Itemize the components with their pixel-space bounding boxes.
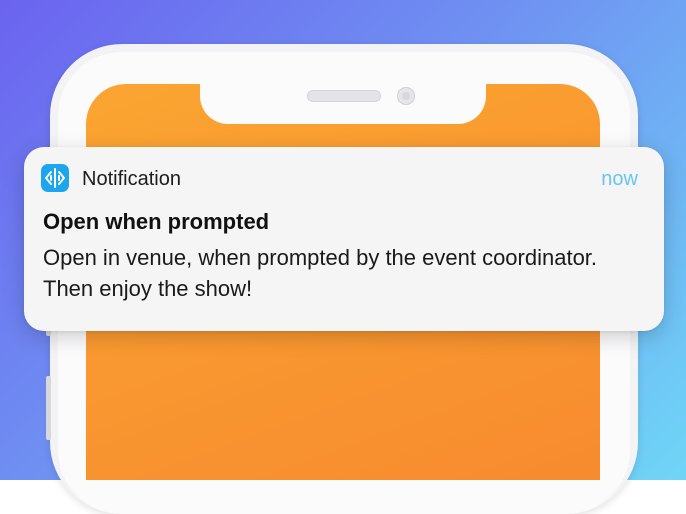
notification-timestamp: now <box>601 168 638 190</box>
phone-notch <box>200 82 486 124</box>
front-camera <box>397 87 415 105</box>
notification-banner[interactable]: Notification now Open when prompted Open… <box>24 147 664 331</box>
phone-speaker <box>307 90 381 102</box>
waveform-icon <box>41 164 69 192</box>
phone-volume-button <box>46 376 51 440</box>
notification-title: Open when prompted <box>43 209 270 234</box>
notification-body: Open in venue, when prompted by the even… <box>43 245 598 301</box>
notification-app-name: Notification <box>82 168 181 190</box>
